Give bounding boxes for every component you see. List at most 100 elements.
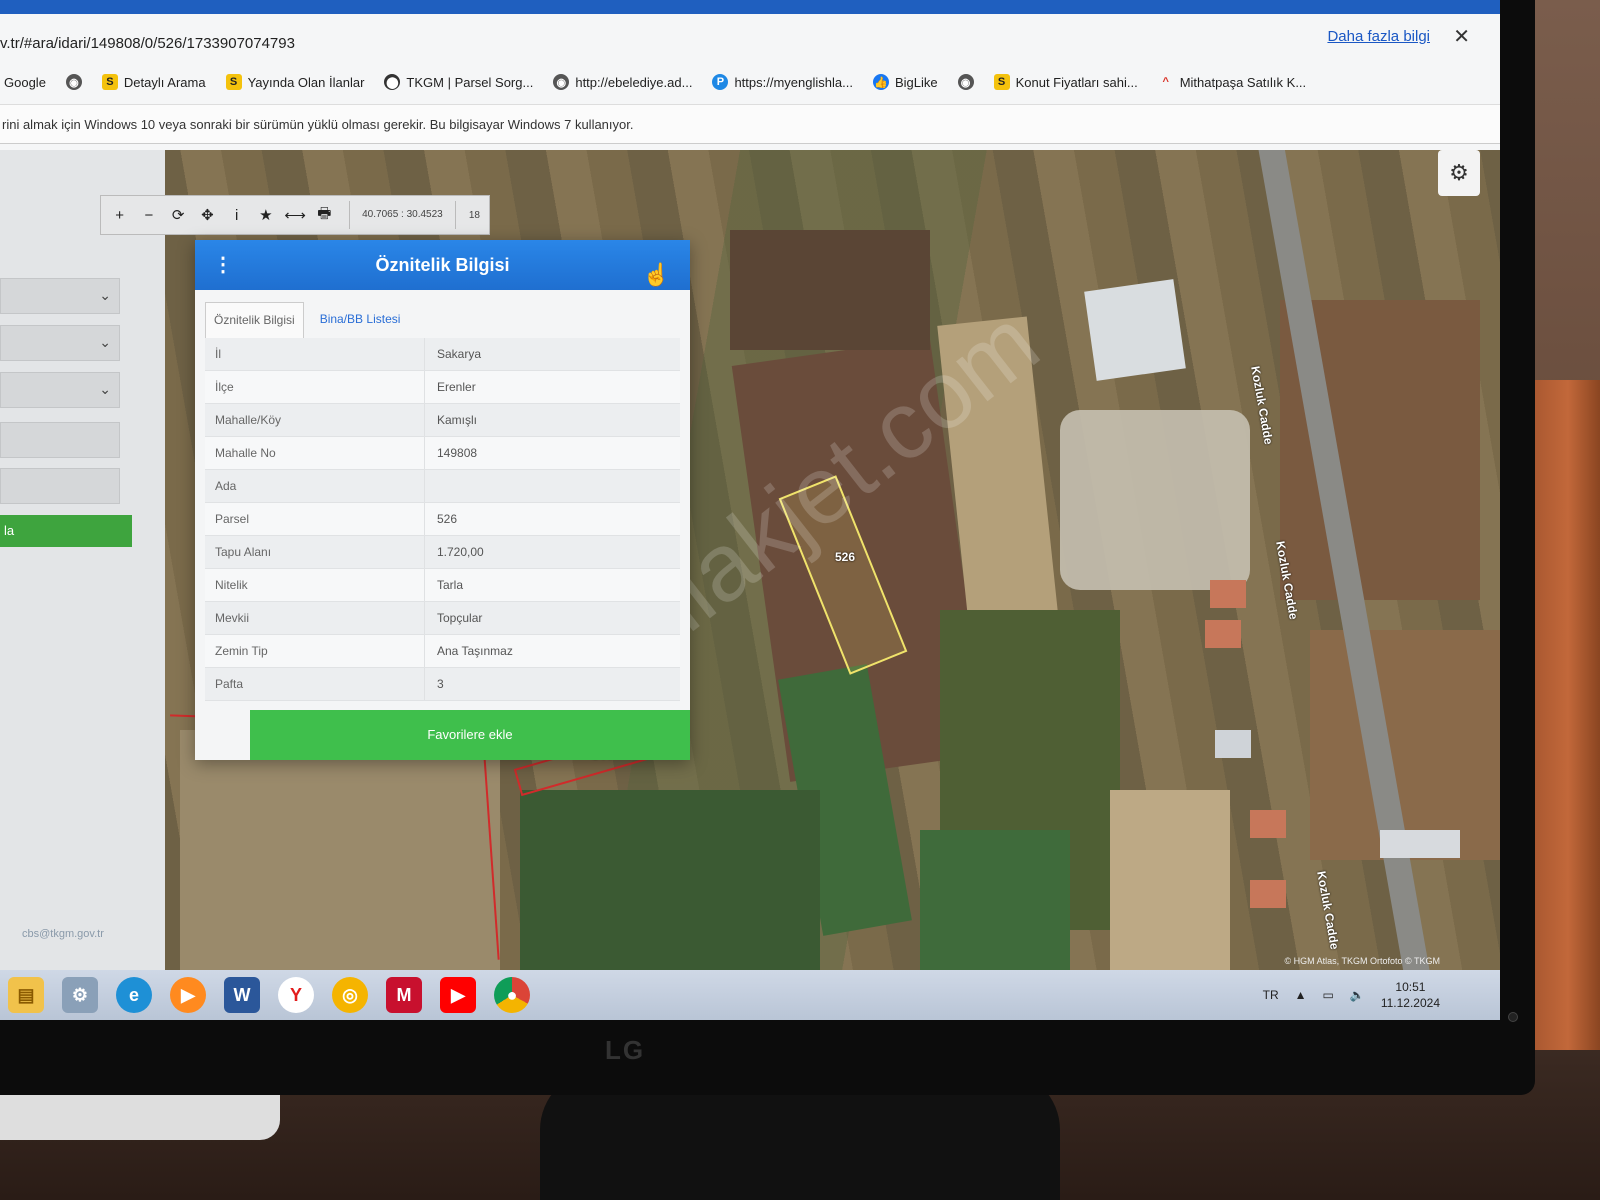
menu-icon[interactable]: ⋮ xyxy=(213,252,233,278)
dropdown[interactable]: ⌄ xyxy=(0,278,120,314)
search-button[interactable]: la xyxy=(0,515,132,547)
info-button[interactable]: i xyxy=(224,202,249,228)
contact-email[interactable]: cbs@tkgm.gov.tr xyxy=(22,928,104,940)
table-row: Tapu Alanı 1.720,00 xyxy=(205,536,680,569)
browser-icon[interactable]: ◎ xyxy=(332,977,368,1013)
bookmark-google[interactable]: Google xyxy=(4,75,46,90)
bookmark-ebelediye[interactable]: ◉ http://ebelediye.ad... xyxy=(553,74,692,90)
close-icon[interactable]: ✕ xyxy=(1453,24,1470,49)
clock-date: 11.12.2024 xyxy=(1380,996,1440,1010)
row-value: Tarla xyxy=(437,578,464,592)
row-value: Sakarya xyxy=(437,347,482,361)
word-icon[interactable]: W xyxy=(224,977,260,1013)
row-key: Mahalle No xyxy=(205,437,425,469)
table-row: Zemin Tip Ana Taşınmaz xyxy=(205,635,680,668)
table-row: Ada xyxy=(205,470,680,503)
row-key: İlçe xyxy=(205,371,425,403)
pin-icon: ⬤ xyxy=(384,74,401,90)
network-icon[interactable]: ▭ xyxy=(1323,988,1334,1002)
dropdown[interactable]: ⌄ xyxy=(0,325,120,361)
bookmark-mithatpasa[interactable]: ^ Mithatpaşa Satılık K... xyxy=(1158,74,1306,90)
monitor: LG v.tr/#ara/idari/149808/0/526/17339070… xyxy=(0,0,1535,1095)
row-value: 1.720,00 xyxy=(437,545,484,559)
field xyxy=(1110,790,1230,970)
media-player-icon[interactable]: ▶ xyxy=(170,977,206,1013)
mcafee-icon[interactable]: M xyxy=(386,977,422,1013)
browser-chrome: v.tr/#ara/idari/149808/0/526/17339070747… xyxy=(0,0,1500,150)
settings-button[interactable]: ⚙ xyxy=(1438,150,1480,196)
clock-time: 10:51 xyxy=(1395,980,1426,994)
show-hidden-icons-icon[interactable]: ▲ xyxy=(1295,988,1307,1002)
sahibinden-icon: S xyxy=(101,74,118,90)
globe-icon: ◉ xyxy=(957,74,974,90)
field xyxy=(1310,630,1500,860)
chevron-down-icon: ⌄ xyxy=(99,334,111,350)
globe-icon: ◉ xyxy=(65,74,82,90)
bookmark-label: Google xyxy=(4,74,46,90)
row-key: Zemin Tip xyxy=(205,635,425,667)
language-indicator[interactable]: TR xyxy=(1263,988,1279,1002)
taskbar: ▤ ⚙ e ▶ W Y ◎ M ▶ ● TR ▲ ▭ 🔈 10:51 11.12… xyxy=(0,970,1500,1020)
bookmark-konut-fiyatlari[interactable]: S Konut Fiyatları sahi... xyxy=(993,74,1138,90)
bookmark-globe-2[interactable]: ◉ xyxy=(957,74,974,90)
more-info-link[interactable]: Daha fazla bilgi xyxy=(1327,28,1430,45)
sahibinden-icon: S xyxy=(225,74,242,90)
zoom-in-button[interactable]: + xyxy=(107,202,132,228)
dropdown[interactable]: ⌄ xyxy=(0,372,120,408)
bookmark-label: Detaylı Arama xyxy=(123,74,206,90)
attribute-table: İl Sakarya İlçe Erenler Mahalle/Köy Kamışlı… xyxy=(205,338,680,701)
bookmark-globe[interactable]: ◉ xyxy=(65,74,82,90)
row-key: Ada xyxy=(205,470,425,502)
refresh-button[interactable]: ⟳ xyxy=(166,202,191,228)
table-row: Mahalle/Köy Kamışlı xyxy=(205,404,680,437)
dialog-header[interactable]: ⋮ Öznitelik Bilgisi ☝ xyxy=(195,240,690,290)
chevron-down-icon: ⌄ xyxy=(99,381,111,397)
parcel-label: 526 xyxy=(835,550,856,564)
bookmark-label: BigLike xyxy=(894,74,938,90)
bookmark-myenglish[interactable]: Phttps://myenglishla... xyxy=(712,74,853,90)
tab-building-list[interactable]: Bina/BB Listesi xyxy=(312,302,409,338)
bookmark-detayli-arama[interactable]: S Detaylı Arama xyxy=(101,74,206,90)
like-icon: 👍 xyxy=(872,74,889,90)
print-button[interactable]: 🖶 xyxy=(312,202,337,228)
locate-button[interactable]: ✥ xyxy=(195,202,220,228)
bookmarks-bar: Google ◉ S Detaylı Arama S Yayında Olan İl… xyxy=(0,62,1500,102)
add-to-favorites-button[interactable]: Favorilere ekle xyxy=(250,710,690,760)
input-field[interactable] xyxy=(0,468,120,504)
bookmark-yayinda-ilanlar[interactable]: S Yayında Olan İlanlar xyxy=(225,74,364,90)
youtube-icon[interactable]: ▶ xyxy=(440,977,476,1013)
p-icon: P xyxy=(712,74,729,90)
clock[interactable]: 10:51 11.12.2024 xyxy=(1381,979,1440,1011)
bookmark-tkgm[interactable]: ⬤ TKGM | Parsel Sorg... xyxy=(384,74,533,90)
bookmark-label: http://ebelediye.ad... xyxy=(575,74,693,90)
yandex-browser-icon[interactable]: Y xyxy=(278,977,314,1013)
measure-button[interactable]: ⟷ xyxy=(283,202,308,228)
control-panel-icon[interactable]: ⚙ xyxy=(62,977,98,1013)
road-label: Kozluk Cadde xyxy=(1248,365,1276,446)
coordinate-readout: 40.7065 : 30.4523 xyxy=(349,201,456,229)
attribute-info-dialog: ⋮ Öznitelik Bilgisi ☝ Öznitelik Bilgisi … xyxy=(195,240,690,760)
left-panel: ⌄ ⌄ ⌄ la cbs@tkgm.gov.tr xyxy=(0,150,165,970)
row-key: Pafta xyxy=(205,668,425,700)
table-row: İlçe Erenler xyxy=(205,371,680,404)
favorite-button[interactable]: ★ xyxy=(253,202,278,228)
chrome-icon[interactable]: ● xyxy=(494,977,530,1013)
address-bar[interactable]: v.tr/#ara/idari/149808/0/526/17339070747… xyxy=(0,35,295,52)
row-value: Topçular xyxy=(437,611,483,625)
bookmark-biglike[interactable]: 👍 BigLike xyxy=(872,74,938,90)
table-row: Mevkii Topçular xyxy=(205,602,680,635)
input-field[interactable] xyxy=(0,422,120,458)
file-explorer-icon[interactable]: ▤ xyxy=(8,977,44,1013)
row-key: Parsel xyxy=(205,503,425,535)
chevron-down-icon: ⌄ xyxy=(99,287,111,303)
bookmark-label: Mithatpaşa Satılık K... xyxy=(1179,74,1307,90)
warehouse-roof xyxy=(1084,279,1186,381)
row-value: Kamışlı xyxy=(437,413,478,427)
power-button[interactable] xyxy=(1508,1012,1518,1022)
volume-icon[interactable]: 🔈 xyxy=(1350,988,1365,1002)
internet-explorer-icon[interactable]: e xyxy=(116,977,152,1013)
dialog-tabs: Öznitelik Bilgisi Bina/BB Listesi xyxy=(205,302,408,338)
house xyxy=(1250,810,1286,838)
zoom-out-button[interactable]: − xyxy=(136,202,161,228)
tab-attribute-info[interactable]: Öznitelik Bilgisi xyxy=(205,302,304,338)
